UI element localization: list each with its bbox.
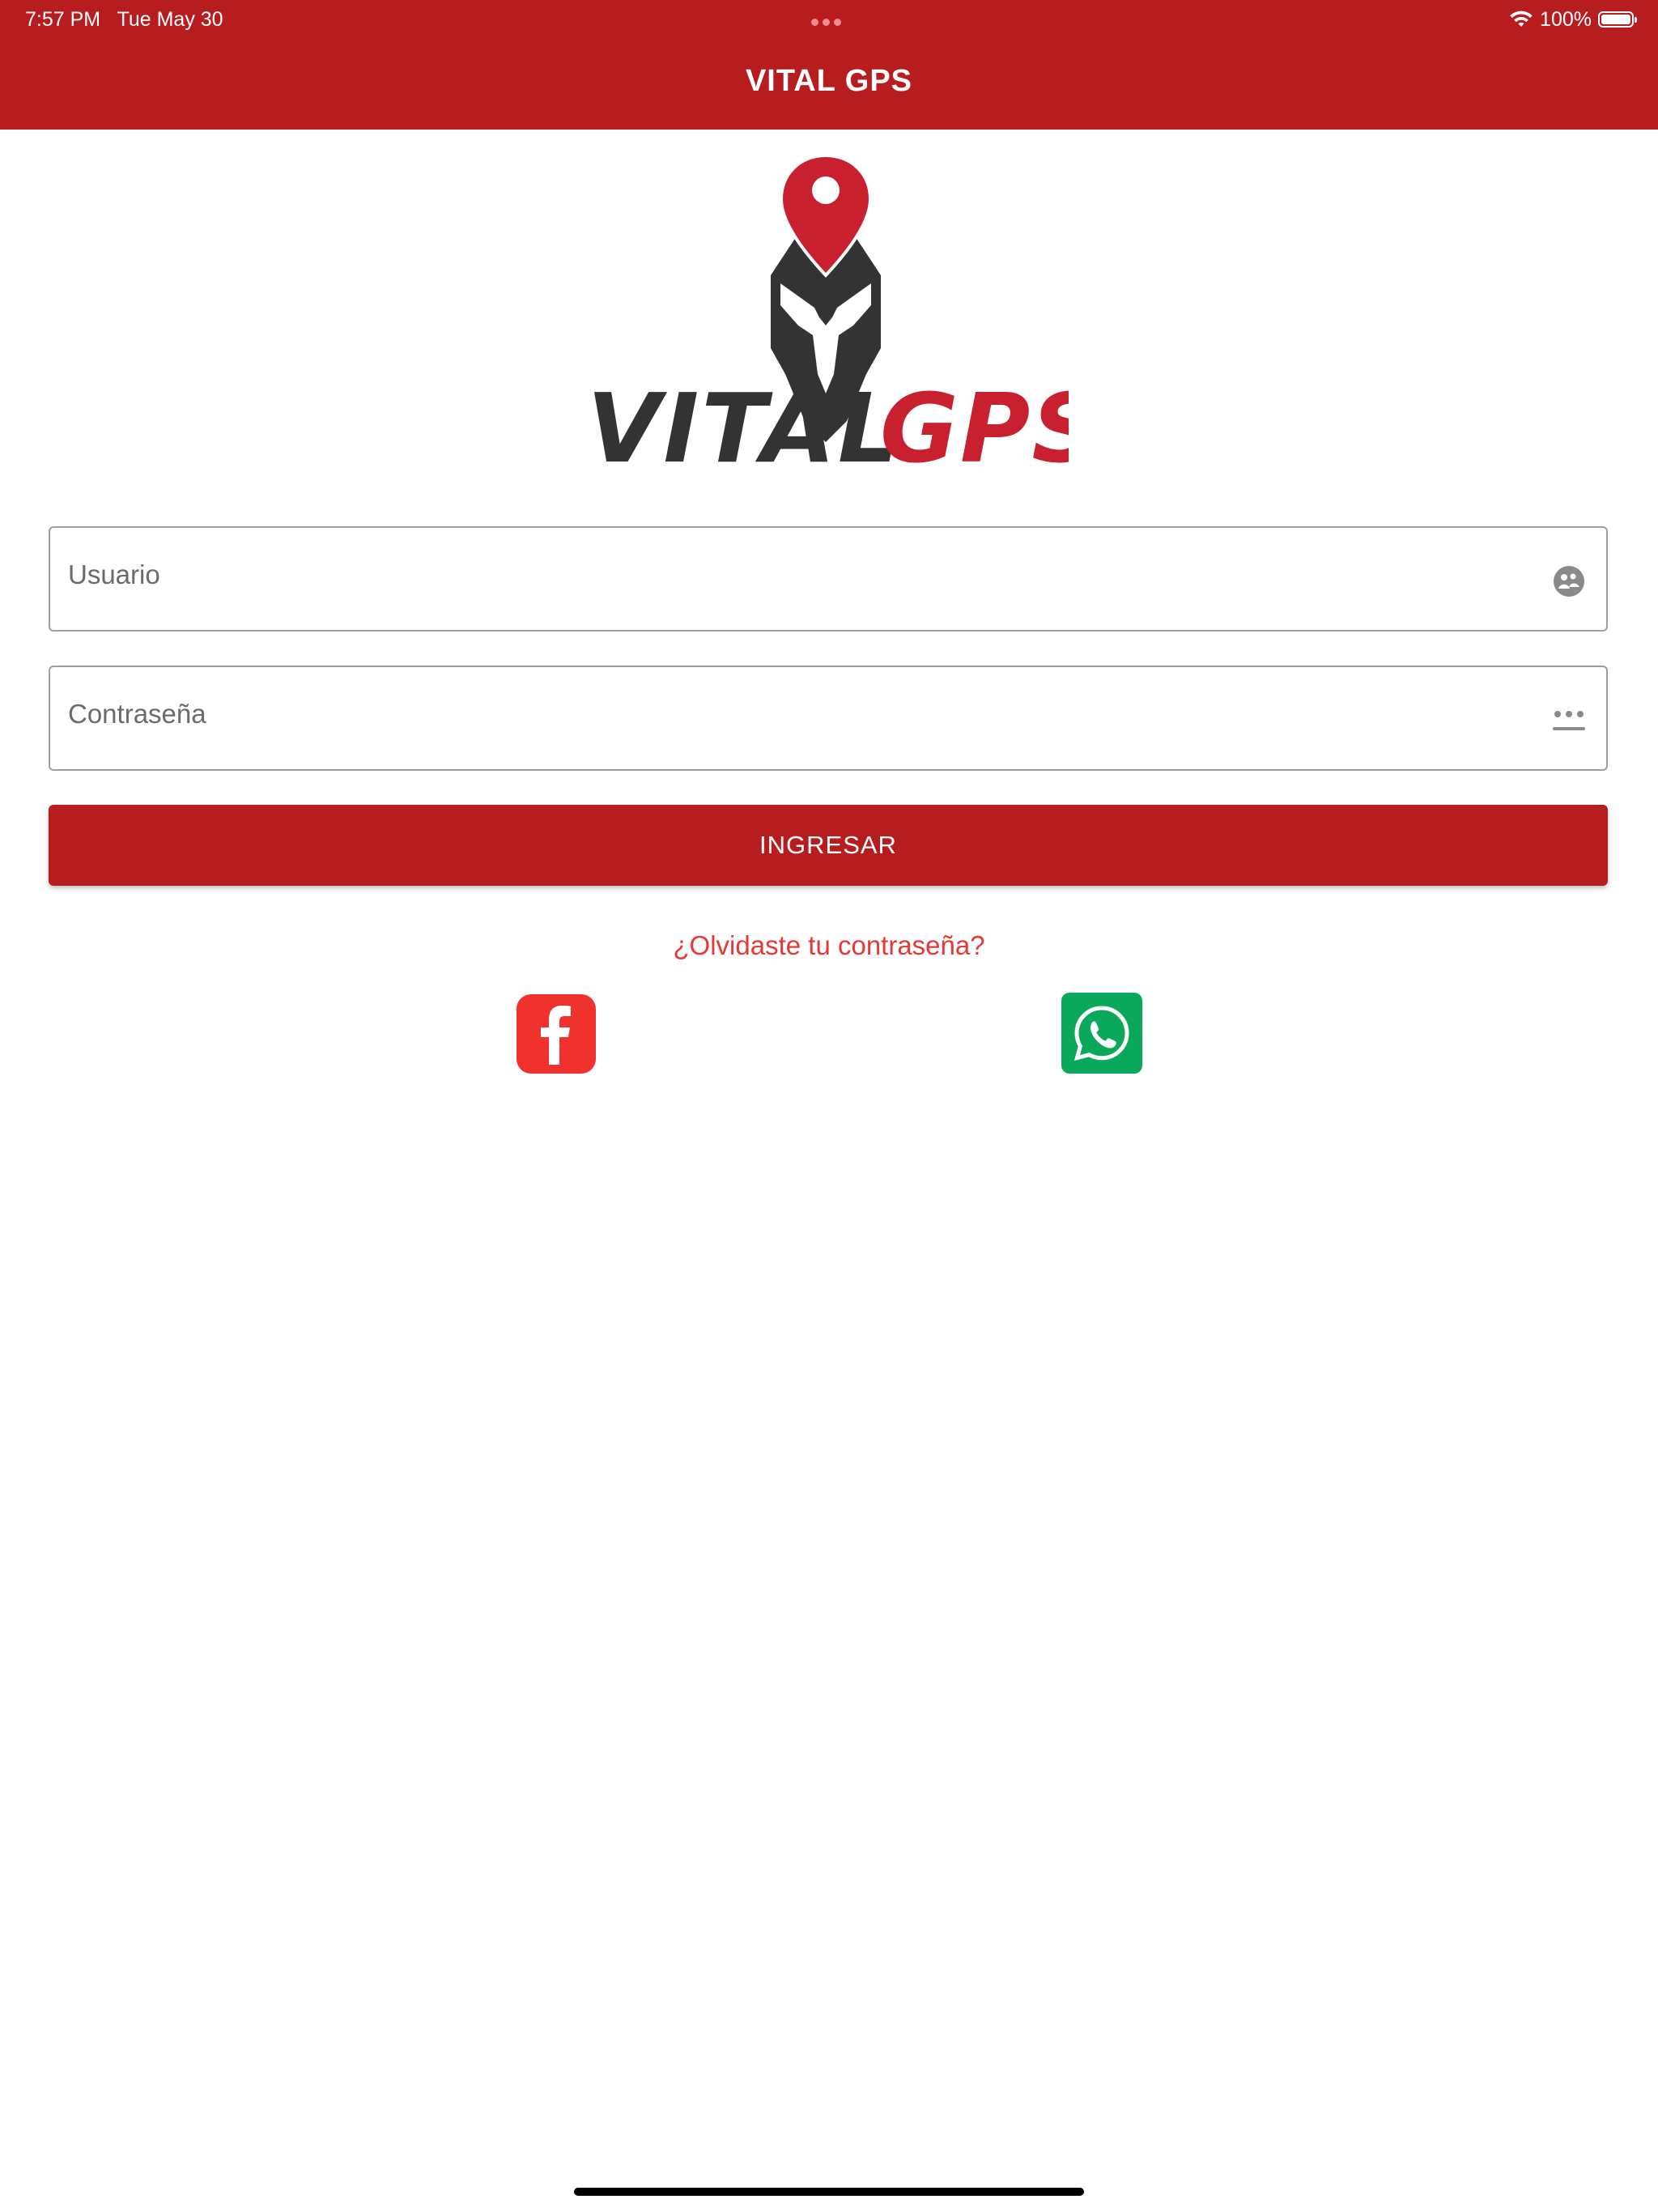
- status-bar-time: 7:57 PM Tue May 30: [25, 6, 223, 32]
- username-input[interactable]: [68, 528, 1509, 630]
- battery-percent: 100%: [1540, 8, 1592, 31]
- user-icon: [1554, 566, 1584, 597]
- status-date: Tue May 30: [117, 8, 223, 31]
- password-input[interactable]: [68, 667, 1509, 769]
- password-field[interactable]: [49, 666, 1608, 771]
- forgot-password-link[interactable]: ¿Olvidaste tu contraseña?: [0, 925, 1658, 967]
- multitasking-dots-icon[interactable]: [811, 15, 847, 26]
- facebook-button[interactable]: [517, 994, 596, 1074]
- whatsapp-button[interactable]: [1061, 993, 1142, 1074]
- login-button[interactable]: INGRESAR: [49, 805, 1608, 886]
- password-dots-icon: [1553, 711, 1585, 730]
- whatsapp-icon: [1073, 1006, 1129, 1061]
- logo-wordmark-gps: GPS: [880, 372, 1069, 478]
- status-bar-right: 100%: [1509, 6, 1637, 32]
- login-screen: 7:57 PM Tue May 30 100% VITAL GPS VITAL …: [0, 0, 1658, 2212]
- wifi-icon: [1510, 11, 1533, 27]
- page-title: VITAL GPS: [745, 64, 913, 98]
- home-indicator[interactable]: [574, 2188, 1084, 2196]
- logo-wordmark-vital: VITAL: [587, 372, 901, 478]
- vital-gps-logo: VITAL GPS: [587, 154, 1069, 478]
- status-time: 7:57 PM: [25, 8, 101, 31]
- app-header: 7:57 PM Tue May 30 100% VITAL GPS: [0, 0, 1658, 130]
- facebook-icon: [541, 1006, 571, 1065]
- battery-icon: [1598, 11, 1637, 28]
- username-field[interactable]: [49, 526, 1608, 632]
